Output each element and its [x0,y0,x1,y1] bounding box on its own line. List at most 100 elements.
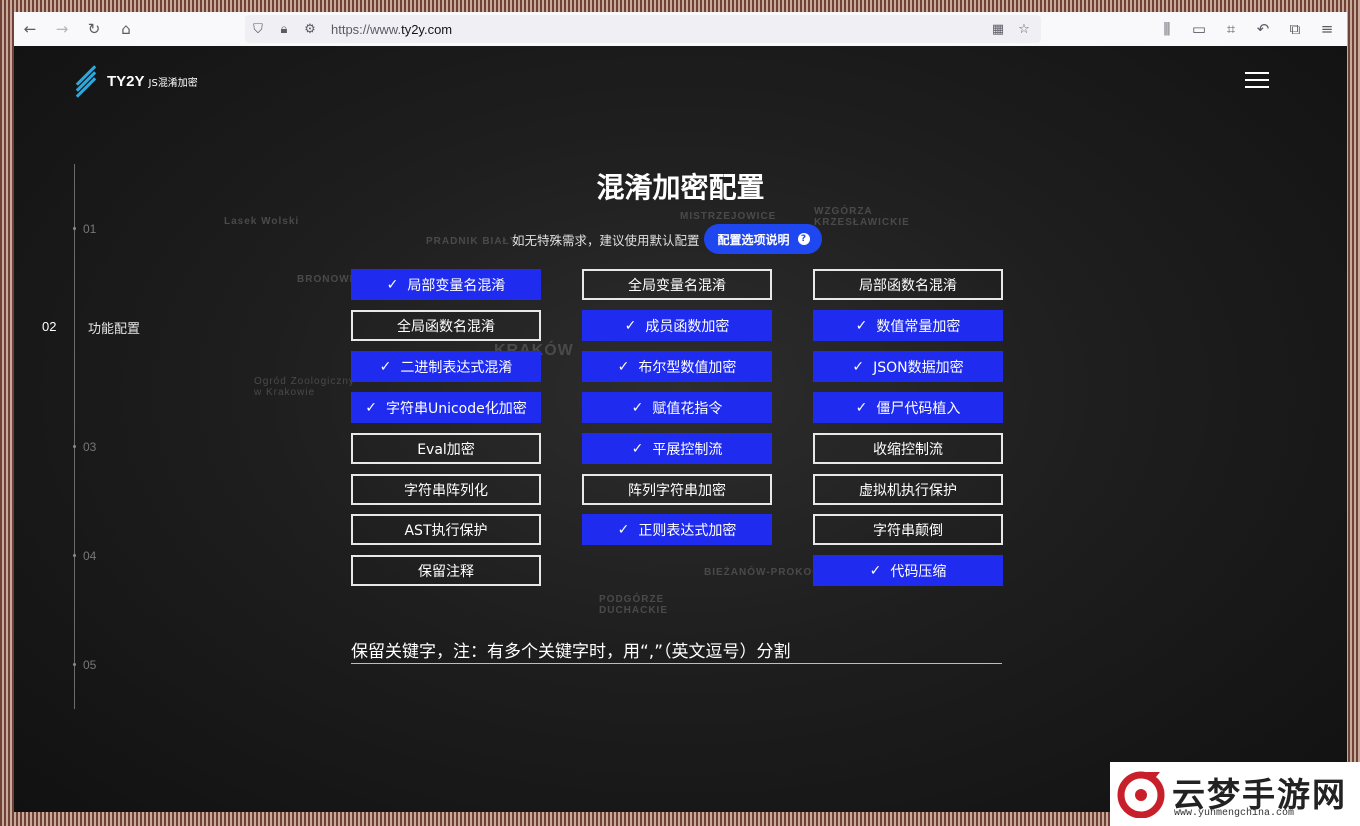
option-label: 字符串Unicode化加密 [385,400,527,417]
option-toggle[interactable]: 局部函数名混淆 [813,269,1003,300]
check-icon: ✓ [869,562,882,579]
bookmark-star-icon[interactable]: ☆ [1011,15,1037,43]
option-label: 虚拟机执行保护 [859,482,957,499]
option-toggle[interactable]: ✓ 代码压缩 [813,555,1003,586]
sidebar-icon[interactable]: ▭ [1183,12,1215,46]
address-bar[interactable]: ⛉ 🔒︎ ⚙ https://www.ty2y.com ▦ ☆ [245,15,1041,43]
check-icon: ✓ [365,399,377,416]
logo-subtitle: JS混淆加密 [148,77,198,89]
step-dot [73,227,76,230]
hamburger-menu-icon[interactable] [1245,72,1269,90]
url-host: ty2y.com [401,21,453,37]
map-label: Lasek Wolski [224,216,300,227]
home-icon[interactable]: ⌂ [110,12,142,46]
option-label: 二进制表达式混淆 [400,359,513,376]
step-dot [73,445,76,448]
library-icon[interactable]: ⫼ [1151,12,1183,46]
option-label: 代码压缩 [890,563,947,580]
option-label: Eval加密 [417,441,475,458]
option-toggle[interactable]: 全局变量名混淆 [582,269,772,300]
browser-window: ← → ↻ ⌂ ⛉ 🔒︎ ⚙ https://www.ty2y.com ▦ ☆ … [14,12,1347,812]
back-icon[interactable]: ← [14,12,46,46]
active-step-number[interactable]: 02 [42,319,56,334]
option-toggle[interactable]: ✓ 平展控制流 [582,433,772,464]
step-04[interactable]: 04 [83,549,96,563]
active-step-label[interactable]: 功能配置 [88,318,140,337]
app-menu-icon[interactable]: ≡ [1311,12,1343,46]
check-icon: ✓ [631,440,644,457]
option-label: 保留注释 [418,563,474,580]
check-icon: ✓ [379,358,392,375]
option-label: 字符串阵列化 [404,482,488,499]
option-label: 局部函数名混淆 [859,277,957,294]
option-toggle[interactable]: 保留注释 [351,555,541,586]
keywords-label: 保留关键字，注：有多个关键字时，用“,”（英文逗号）分割 [351,642,791,662]
map-label: PRADNIK BIAŁY [426,236,518,247]
option-label: 成员函数加密 [645,318,730,335]
hint-row: 如无特殊需求，建议使用默认配置 配置选项说明 ? [512,224,822,254]
option-toggle[interactable]: 阵列字符串加密 [582,474,772,505]
option-toggle[interactable]: 全局函数名混淆 [351,310,541,341]
option-label: 僵尸代码植入 [876,400,961,417]
config-help-button[interactable]: 配置选项说明 ? [703,224,822,254]
map-label: WZGÓRZA KRZESŁAWICKIE [814,206,910,228]
step-dot [73,554,76,557]
keywords-input[interactable] [351,663,1002,664]
reload-icon[interactable]: ↻ [78,12,110,46]
watermark-logo-icon [1117,771,1165,818]
logo-mark-icon [75,65,97,98]
option-toggle[interactable]: ✓ 僵尸代码植入 [813,392,1003,423]
option-toggle[interactable]: ✓ 赋值花指令 [582,392,772,423]
option-label: 平展控制流 [652,441,723,458]
option-toggle[interactable]: 字符串阵列化 [351,474,541,505]
option-toggle[interactable]: 虚拟机执行保护 [813,474,1003,505]
page-content: PRADNIK BIAŁY MISTRZEJOWICE BRONOWICE KR… [14,46,1347,812]
option-toggle[interactable]: 字符串颠倒 [813,514,1003,545]
step-rail [74,164,75,709]
option-toggle[interactable]: AST执行保护 [351,514,541,545]
url-text[interactable]: https://www.ty2y.com [331,22,452,37]
option-toggle[interactable]: ✓ 正则表达式加密 [582,514,772,545]
check-icon: ✓ [852,358,865,375]
option-toggle[interactable]: ✓ JSON数据加密 [813,351,1003,382]
option-toggle[interactable]: Eval加密 [351,433,541,464]
check-icon: ✓ [624,317,637,334]
question-icon: ? [797,233,810,245]
option-label: 正则表达式加密 [638,522,737,539]
option-toggle[interactable]: ✓ 局部变量名混淆 [351,269,541,300]
option-toggle[interactable]: ✓ 成员函数加密 [582,310,772,341]
shield-icon[interactable]: ⛉ [245,15,271,43]
qr-code-icon[interactable]: ▦ [985,15,1011,43]
logo-name: TY2Y [107,72,145,90]
browser-toolbar: ← → ↻ ⌂ ⛉ 🔒︎ ⚙ https://www.ty2y.com ▦ ☆ … [14,12,1347,46]
option-toggle[interactable]: ✓ 数值常量加密 [813,310,1003,341]
check-icon: ✓ [855,399,868,416]
option-label: 收缩控制流 [873,441,943,458]
step-03[interactable]: 03 [83,440,96,454]
option-toggle[interactable]: ✓ 二进制表达式混淆 [351,351,541,382]
screenshot-crop-icon[interactable]: ⌗ [1215,12,1247,46]
url-scheme: https://www. [331,21,402,37]
option-label: 数值常量加密 [876,318,961,335]
option-label: 局部变量名混淆 [407,277,506,294]
step-01[interactable]: 01 [83,222,96,236]
forward-icon[interactable]: → [46,12,78,46]
option-label: 全局函数名混淆 [397,318,495,335]
check-icon: ✓ [631,399,644,416]
map-label: Ogród Zoologiczny w Krakowie [254,376,355,398]
lock-icon[interactable]: 🔒︎ [271,15,297,43]
config-help-label: 配置选项说明 [717,232,790,247]
check-icon: ✓ [617,521,630,538]
site-logo[interactable]: TY2Y JS混淆加密 [75,65,198,98]
option-toggle[interactable]: ✓ 布尔型数值加密 [582,351,772,382]
check-icon: ✓ [386,276,399,293]
extensions-icon[interactable]: ⧉ [1279,12,1311,46]
undo-icon[interactable]: ↶ [1247,12,1279,46]
option-label: JSON数据加密 [873,359,964,376]
permissions-icon[interactable]: ⚙ [297,15,323,43]
option-toggle[interactable]: 收缩控制流 [813,433,1003,464]
step-05[interactable]: 05 [83,658,96,672]
page-title: 混淆加密配置 [596,171,765,204]
option-label: 字符串颠倒 [873,522,943,539]
option-toggle[interactable]: ✓ 字符串Unicode化加密 [351,392,541,423]
